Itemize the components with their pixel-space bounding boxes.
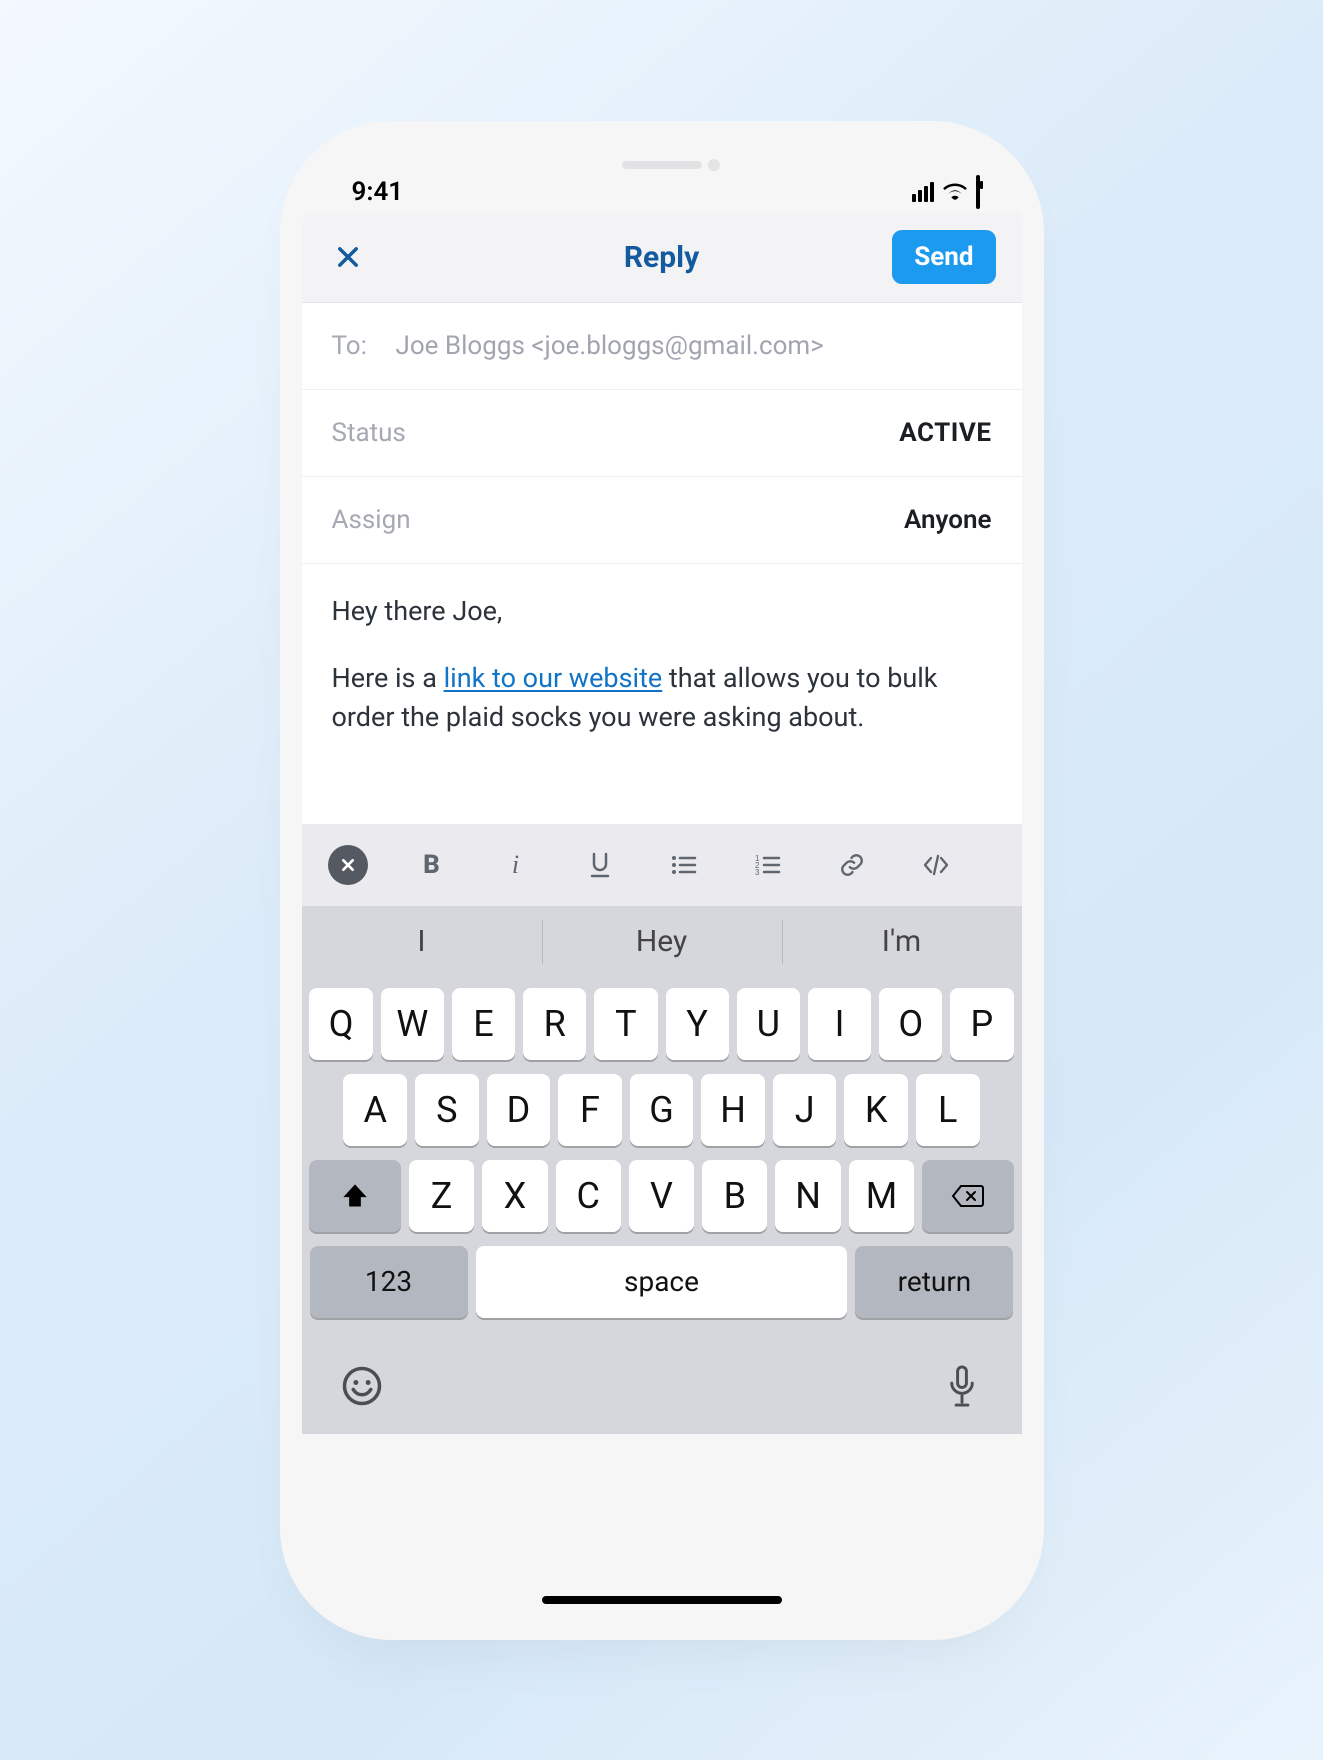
send-button[interactable]: Send bbox=[892, 230, 995, 284]
key-z[interactable]: Z bbox=[409, 1160, 474, 1232]
backspace-key[interactable] bbox=[922, 1160, 1013, 1232]
cell-signal-icon bbox=[912, 182, 934, 202]
to-field-row[interactable]: To: Joe Bloggs <joe.bloggs@gmail.com> bbox=[302, 303, 1022, 390]
key-t[interactable]: T bbox=[594, 988, 657, 1060]
assign-value: Anyone bbox=[904, 505, 992, 535]
keyboard-footer bbox=[302, 1338, 1022, 1434]
phone-frame: 9:41 Reply Send To: Joe Bloggs <joe.blog… bbox=[302, 143, 1022, 1618]
status-indicators bbox=[912, 177, 980, 207]
assign-field-row[interactable]: Assign Anyone bbox=[302, 477, 1022, 564]
key-j[interactable]: J bbox=[773, 1074, 837, 1146]
underline-icon bbox=[588, 852, 612, 878]
key-p[interactable]: P bbox=[950, 988, 1013, 1060]
numbered-list-button[interactable]: 1 2 3 bbox=[748, 845, 788, 885]
numeric-key[interactable]: 123 bbox=[310, 1246, 468, 1318]
key-o[interactable]: O bbox=[879, 988, 942, 1060]
key-l[interactable]: L bbox=[916, 1074, 980, 1146]
key-r[interactable]: R bbox=[523, 988, 586, 1060]
emoji-button[interactable] bbox=[338, 1362, 386, 1410]
link-button[interactable] bbox=[832, 845, 872, 885]
wifi-icon bbox=[942, 177, 968, 207]
format-close-button[interactable] bbox=[328, 845, 368, 885]
key-f[interactable]: F bbox=[558, 1074, 622, 1146]
close-icon bbox=[340, 857, 356, 873]
key-a[interactable]: A bbox=[343, 1074, 407, 1146]
key-g[interactable]: G bbox=[630, 1074, 694, 1146]
shift-icon bbox=[341, 1183, 369, 1209]
to-value: Joe Bloggs <joe.bloggs@gmail.com> bbox=[396, 331, 824, 361]
numbered-list-icon: 1 2 3 bbox=[755, 854, 781, 876]
body-line2: Here is a link to our website that allow… bbox=[332, 659, 992, 737]
battery-icon bbox=[976, 177, 980, 207]
key-e[interactable]: E bbox=[452, 988, 515, 1060]
key-k[interactable]: K bbox=[844, 1074, 908, 1146]
emoji-icon bbox=[341, 1365, 383, 1407]
return-key[interactable]: return bbox=[855, 1246, 1013, 1318]
shift-key[interactable] bbox=[309, 1160, 400, 1232]
suggestion-3[interactable]: I'm bbox=[782, 906, 1022, 978]
status-time: 9:41 bbox=[352, 177, 404, 207]
notch bbox=[512, 143, 812, 187]
backspace-icon bbox=[951, 1184, 985, 1208]
bold-button[interactable]: B bbox=[412, 845, 452, 885]
body-link[interactable]: link to our website bbox=[444, 662, 663, 694]
message-body[interactable]: Hey there Joe, Here is a link to our web… bbox=[302, 564, 1022, 824]
bullet-list-button[interactable] bbox=[664, 845, 704, 885]
link-icon bbox=[839, 852, 865, 878]
key-b[interactable]: B bbox=[702, 1160, 767, 1232]
key-h[interactable]: H bbox=[701, 1074, 765, 1146]
speaker-slot bbox=[622, 161, 702, 169]
key-d[interactable]: D bbox=[487, 1074, 551, 1146]
assign-label: Assign bbox=[332, 505, 411, 535]
key-v[interactable]: V bbox=[629, 1160, 694, 1232]
key-c[interactable]: C bbox=[556, 1160, 621, 1232]
key-i[interactable]: I bbox=[808, 988, 871, 1060]
italic-button[interactable]: i bbox=[496, 845, 536, 885]
camera-dot bbox=[708, 159, 720, 171]
keyboard: Q W E R T Y U I O P A S D F G H J K L Z bbox=[302, 978, 1022, 1338]
close-icon bbox=[334, 243, 362, 271]
home-indicator[interactable] bbox=[542, 1596, 782, 1604]
dictation-button[interactable] bbox=[938, 1362, 986, 1410]
key-s[interactable]: S bbox=[415, 1074, 479, 1146]
space-key[interactable]: space bbox=[476, 1246, 848, 1318]
key-y[interactable]: Y bbox=[666, 988, 729, 1060]
suggestion-1[interactable]: I bbox=[302, 906, 542, 978]
key-u[interactable]: U bbox=[737, 988, 800, 1060]
key-w[interactable]: W bbox=[381, 988, 444, 1060]
status-label: Status bbox=[332, 418, 406, 448]
bullet-list-icon bbox=[671, 854, 697, 876]
key-x[interactable]: X bbox=[482, 1160, 547, 1232]
suggestion-2[interactable]: Hey bbox=[542, 906, 782, 978]
to-label: To: bbox=[332, 331, 396, 361]
key-m[interactable]: M bbox=[849, 1160, 914, 1232]
code-button[interactable] bbox=[916, 845, 956, 885]
keyboard-suggestions: I Hey I'm bbox=[302, 906, 1022, 978]
underline-button[interactable] bbox=[580, 845, 620, 885]
close-button[interactable] bbox=[328, 237, 368, 277]
body-line2-pre: Here is a bbox=[332, 662, 444, 694]
key-n[interactable]: N bbox=[775, 1160, 840, 1232]
microphone-icon bbox=[944, 1364, 980, 1408]
code-icon bbox=[922, 854, 950, 876]
compose-form: To: Joe Bloggs <joe.bloggs@gmail.com> St… bbox=[302, 303, 1022, 824]
svg-text:3: 3 bbox=[755, 868, 760, 876]
status-field-row[interactable]: Status ACTIVE bbox=[302, 390, 1022, 477]
status-value: ACTIVE bbox=[899, 418, 991, 448]
key-q[interactable]: Q bbox=[309, 988, 372, 1060]
navigation-bar: Reply Send bbox=[302, 213, 1022, 303]
body-line1: Hey there Joe, bbox=[332, 592, 992, 631]
format-toolbar: B i 1 2 3 bbox=[302, 824, 1022, 906]
